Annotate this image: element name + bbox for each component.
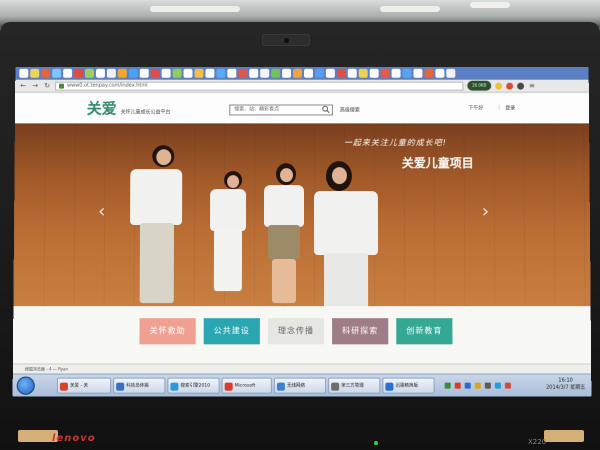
hinge-right [544, 430, 584, 442]
taskbar-item[interactable]: 迅雷精简版 [382, 378, 434, 394]
back-icon[interactable]: ← [19, 81, 27, 90]
next-arrow-icon[interactable]: › [482, 201, 489, 222]
category-care-rescue[interactable]: 关怀救助 [139, 318, 195, 344]
taskbar-item[interactable]: 科技总体报 [113, 378, 165, 394]
photo: ← → ↻ www0.ot.tenpay.com/index.html 26.0… [0, 0, 600, 450]
tray-icon[interactable] [445, 383, 451, 389]
login-link[interactable]: 登录 [505, 105, 515, 112]
tray-icon[interactable] [455, 383, 461, 389]
site-logo[interactable]: 关爱 [87, 98, 117, 119]
laptop-model: X220 [528, 438, 546, 446]
page-icon [59, 83, 64, 88]
tray-icon[interactable] [505, 383, 511, 389]
windows-taskbar: 关爱 - 关 科技总体报 搜索引擎2010 Microsoft 无线网络 第三方… [13, 374, 592, 397]
system-clock[interactable]: 16:10 2014/3/7 星期五 [546, 378, 585, 392]
taskbar-item[interactable]: Microsoft [222, 378, 272, 394]
category-idea-spread[interactable]: 理念传播 [268, 318, 324, 344]
site-header: 关爱 关怀儿童成长公益平台 搜索、站、精彩看点 高级搜索 下午好 | 登录 [15, 94, 589, 124]
tray-icon[interactable] [475, 383, 481, 389]
menu-icon[interactable]: ≡ [528, 81, 536, 90]
taskbar-item[interactable]: 搜索引擎2010 [167, 378, 219, 394]
address-text: www0.ot.tenpay.com/index.html [67, 82, 148, 90]
start-button[interactable] [17, 377, 35, 395]
tray-icon[interactable] [495, 383, 501, 389]
category-public-works[interactable]: 公共建设 [204, 318, 260, 344]
laptop-brand-logo: lenovo [52, 433, 96, 444]
forward-icon[interactable]: → [31, 81, 39, 90]
category-bar: 关怀救助 公共建设 理念传播 科研探索 创新教育 [13, 306, 591, 366]
browser-tab-strip[interactable] [15, 67, 588, 80]
extension-icon[interactable] [506, 82, 513, 89]
power-led [374, 441, 378, 445]
taskbar-item[interactable]: 关爱 - 关 [57, 378, 111, 394]
extension-icon-2[interactable] [517, 82, 524, 89]
tray-icon[interactable] [465, 383, 471, 389]
network-speed-badge: 26.0KB [467, 81, 491, 91]
laptop-screen: ← → ↻ www0.ot.tenpay.com/index.html 26.0… [13, 67, 592, 397]
advanced-search-link[interactable]: 高级搜索 [340, 106, 360, 113]
search-icon[interactable] [322, 106, 330, 114]
hero-banner[interactable]: 一起来关注儿童的成长吧! 关爱儿童项目 ‹ › [13, 123, 590, 306]
hero-title: 关爱儿童项目 [402, 154, 474, 171]
hero-slogan: 一起来关注儿童的成长吧! [344, 137, 447, 148]
browser-toolbar: ← → ↻ www0.ot.tenpay.com/index.html 26.0… [15, 80, 589, 93]
greeting-link[interactable]: 下午好 [468, 105, 483, 112]
search-input[interactable]: 搜索、站、精彩看点 [229, 105, 333, 116]
star-icon[interactable] [495, 82, 502, 89]
taskbar-item[interactable]: 第三方管理 [328, 378, 380, 394]
webcam [262, 34, 310, 46]
taskbar-item[interactable]: 无线网络 [274, 378, 326, 394]
reload-icon[interactable]: ↻ [43, 81, 51, 90]
notification-strip: 搜狐浏览器 - 4 — Ryan [13, 363, 591, 373]
category-innovation[interactable]: 创新教育 [396, 318, 452, 344]
category-research[interactable]: 科研探索 [332, 318, 388, 344]
address-bar[interactable]: www0.ot.tenpay.com/index.html [55, 81, 463, 90]
logo-subtitle: 关怀儿童成长公益平台 [121, 108, 171, 115]
prev-arrow-icon[interactable]: ‹ [98, 201, 105, 222]
tray-icon[interactable] [485, 383, 491, 389]
